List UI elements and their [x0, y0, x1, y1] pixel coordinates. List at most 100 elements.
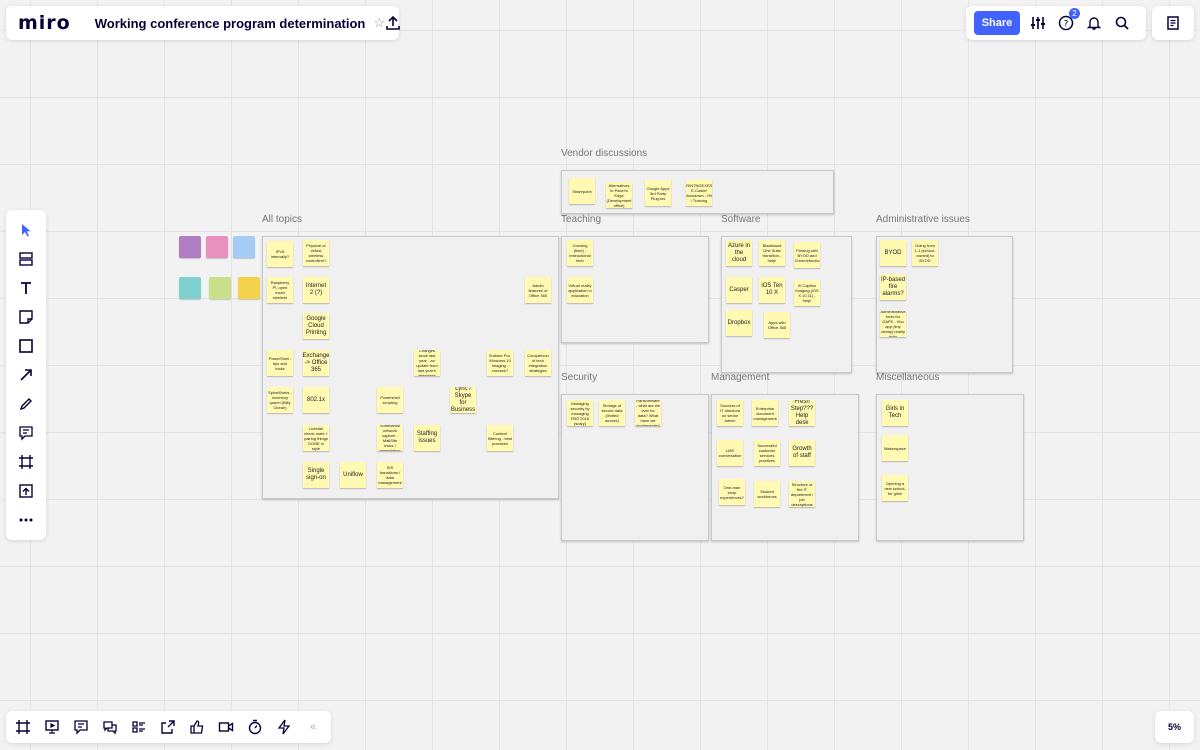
like-icon[interactable]	[184, 714, 210, 740]
sticky-note[interactable]: iX Caption Imaging (iOS X 10.11) - help!	[794, 280, 820, 306]
sticky-note[interactable]: Changes since last year - an update from…	[414, 350, 440, 376]
sticky-note[interactable]: Opening a new school, for girls!	[882, 475, 908, 501]
sticky-note[interactable]: iOS Ten 10 X	[759, 277, 785, 303]
sticky-note[interactable]: Content filtering - best practices	[487, 425, 513, 451]
help-icon[interactable]: ? 2	[1056, 8, 1080, 33]
sticky-note[interactable]: LMS conversation	[717, 440, 743, 466]
search-icon[interactable]	[1112, 13, 1132, 33]
sticky-note[interactable]: Uniflow	[340, 462, 366, 488]
shape-icon[interactable]	[12, 332, 40, 360]
sticky-note[interactable]: Growing (time) - instructional tech	[567, 240, 593, 266]
presentation-icon[interactable]	[39, 714, 65, 740]
frame-title-admin[interactable]: Administrative issues	[876, 214, 970, 225]
card-icon[interactable]	[126, 714, 152, 740]
video-icon[interactable]	[213, 714, 239, 740]
sticky-note[interactable]: SIS transitions / data management	[377, 462, 403, 488]
sticky-note[interactable]: Summarize network capture - MailSite tri…	[377, 425, 403, 451]
frame-title-software[interactable]: Software	[721, 214, 760, 225]
sticky-note[interactable]: Structure of the IT department / job des…	[789, 481, 815, 507]
sticky-note[interactable]: Student workforces	[754, 481, 780, 507]
sticky-note[interactable]: Ransomware - what are we over for data? …	[635, 400, 661, 426]
frame-title-misc[interactable]: Miscellaneous	[876, 372, 939, 383]
bell-icon[interactable]	[1084, 13, 1104, 33]
sticky-note[interactable]: PRINTNGEXES? E-Caster Showdown - HW / Tr…	[686, 180, 712, 206]
sticky-note[interactable]: Internet 2 (?)	[303, 277, 329, 303]
sticky-note-icon[interactable]	[12, 303, 40, 331]
sticky-note[interactable]: Azure in the cloud	[726, 240, 752, 266]
sticky-note[interactable]: Comparison of tech integration strategie…	[525, 350, 551, 376]
templates-icon[interactable]	[12, 245, 40, 273]
sticky-note[interactable]: Surface Pro, Windows 10 Imaging - course…	[487, 350, 513, 376]
sticky-note[interactable]: Physical or virtual wireless controllers…	[303, 240, 329, 266]
sticky-note[interactable]: Enterprise document management	[752, 400, 778, 426]
frame-title-all-topics[interactable]: All topics	[262, 214, 302, 225]
sticky-note[interactable]: Single sign-on	[303, 462, 329, 488]
palette-sticky-purple[interactable]	[179, 236, 201, 258]
sticky-note[interactable]: Dropbox	[726, 310, 752, 336]
sticky-note[interactable]: SpiceWorks - inventory queen (Billy Ocea…	[267, 387, 293, 413]
sticky-note[interactable]: Successful customer services practices	[754, 440, 780, 466]
sticky-note[interactable]: 802.1x	[303, 387, 329, 413]
settings-sliders-icon[interactable]	[1028, 13, 1048, 33]
comments-icon[interactable]	[68, 714, 94, 740]
sticky-note[interactable]: IP-based fire alarms?	[880, 274, 906, 300]
sticky-note[interactable]: BYOD	[880, 240, 906, 266]
cursor-icon[interactable]	[12, 216, 40, 244]
sticky-note[interactable]: Girls in Tech	[882, 400, 908, 426]
timer-icon[interactable]	[242, 714, 268, 740]
sticky-note[interactable]: Apps with Office 365	[764, 312, 790, 338]
collapse-icon[interactable]: «	[300, 714, 326, 740]
text-icon[interactable]	[12, 274, 40, 302]
sticky-note[interactable]: Raspberry Pi, open mesh wireless	[267, 277, 293, 303]
palette-sticky-yellow[interactable]	[238, 277, 260, 299]
sticky-note[interactable]: Blackbaud One Suite transition - help!	[759, 240, 785, 266]
sticky-note[interactable]: Virtual reality application in education	[567, 277, 593, 303]
frame-title-security[interactable]: Security	[561, 372, 597, 383]
sticky-note[interactable]: IPV6 internally?	[267, 241, 293, 267]
sticky-note[interactable]: Fresh Step??? Help desk	[789, 400, 815, 426]
sticky-note[interactable]: Administrative tools for GAFE - Vbo app …	[880, 311, 906, 337]
palette-sticky-teal[interactable]	[179, 277, 201, 299]
pen-icon[interactable]	[12, 390, 40, 418]
sticky-note[interactable]: Admin features of Office 365	[525, 277, 551, 303]
sticky-note[interactable]: Success of IT directors on senior admin	[717, 400, 743, 426]
upload-icon[interactable]	[385, 13, 401, 33]
arrow-icon[interactable]	[12, 361, 40, 389]
frame-title-management[interactable]: Management	[711, 372, 769, 383]
frame-icon[interactable]	[12, 448, 40, 476]
sticky-note[interactable]: Live/site check mark + pairing things DO…	[303, 425, 329, 451]
sticky-note[interactable]: Growth of staff	[789, 440, 815, 466]
sticky-note[interactable]: Google Apps 3rd Party Plug-ins	[645, 180, 671, 206]
palette-sticky-blue[interactable]	[233, 236, 255, 258]
sticky-note[interactable]: Makerspace	[882, 435, 908, 461]
sticky-note[interactable]: Lync / Skype for Business	[450, 387, 476, 413]
comment-icon[interactable]	[12, 419, 40, 447]
zoom-level[interactable]: 5%	[1155, 711, 1194, 743]
sticky-note[interactable]: Staffing issues	[414, 425, 440, 451]
frame-title-teaching[interactable]: Teaching	[561, 214, 601, 225]
lightning-icon[interactable]	[271, 714, 297, 740]
star-icon[interactable]: ☆	[373, 15, 385, 31]
sticky-note[interactable]: PowerShell - tips and tricks	[267, 350, 293, 376]
sticky-note[interactable]: Exchange -> Office 365	[303, 350, 329, 376]
sticky-note[interactable]: Printing with BYOD and Chromebooks	[794, 242, 820, 268]
sticky-note[interactable]: Managing security by managing FBO 2016 (…	[567, 400, 593, 426]
sticky-note[interactable]: Alternatives to Pacer's Edge (Developmen…	[606, 182, 632, 208]
sticky-note[interactable]: Storage of secure data (limited access)	[599, 400, 625, 426]
palette-sticky-pink[interactable]	[206, 236, 228, 258]
palette-sticky-green[interactable]	[209, 277, 231, 299]
chat-icon[interactable]	[97, 714, 123, 740]
board-title[interactable]: Working conference program determination	[95, 16, 366, 31]
sticky-note[interactable]: Casper	[726, 277, 752, 303]
sticky-note[interactable]: Google Cloud Printing	[303, 313, 329, 339]
notes-icon[interactable]	[1152, 6, 1194, 40]
miro-logo[interactable]: miro	[18, 12, 71, 34]
frames-icon[interactable]	[10, 714, 36, 740]
sticky-note[interactable]: Going from 1-1 (school-owned) to BYOD	[912, 240, 938, 266]
sticky-note[interactable]: One-man shop experiences?	[719, 479, 745, 505]
sticky-note[interactable]: Sharepoint	[569, 178, 595, 204]
more-icon[interactable]	[12, 506, 40, 534]
share-button[interactable]: Share	[974, 11, 1020, 35]
sticky-note[interactable]: Powershell scripting	[377, 387, 403, 413]
frame-title-vendor[interactable]: Vendor discussions	[561, 148, 647, 159]
